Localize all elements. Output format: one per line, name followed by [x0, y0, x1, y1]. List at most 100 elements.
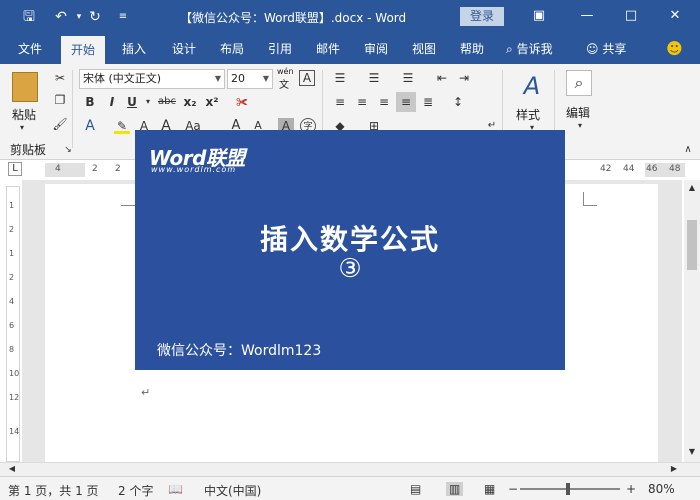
- tab-view[interactable]: 视图: [412, 34, 436, 64]
- zoom-out-icon[interactable]: −: [508, 482, 518, 496]
- line-spacing-icon[interactable]: ↕: [450, 94, 466, 110]
- copy-icon[interactable]: ❐: [52, 92, 68, 108]
- zoom-in-icon[interactable]: +: [626, 482, 636, 496]
- proofing-icon[interactable]: 📖: [168, 482, 183, 496]
- tab-mailings[interactable]: 邮件: [316, 34, 340, 64]
- clipboard-group-label: 剪贴板: [10, 143, 47, 157]
- highlight-color-icon[interactable]: ✎: [114, 118, 130, 134]
- font-name-select[interactable]: 宋体 (中文正文) ▼: [79, 69, 225, 89]
- separator: [72, 70, 73, 148]
- tab-design[interactable]: 设计: [172, 34, 196, 64]
- vertical-ruler[interactable]: 1 2 1 2 4 6 8 10 12 14: [6, 186, 20, 462]
- ribbon-tabs: 文件 开始 插入 设计 布局 引用 邮件 审阅 视图 帮助 ⌕ 告诉我 ☺ 共享…: [0, 34, 700, 64]
- find-icon[interactable]: ⌕: [566, 70, 592, 96]
- tab-review[interactable]: 审阅: [364, 34, 388, 64]
- zoom-level[interactable]: 80%: [648, 482, 675, 496]
- document-banner-image[interactable]: Word联盟 www.wordlm.com 插入数学公式 ③ 微信公众号：Wor…: [135, 130, 565, 370]
- scroll-left-icon[interactable]: ◀: [4, 461, 20, 477]
- collapse-ribbon-icon[interactable]: ∧: [680, 142, 696, 158]
- underline-icon[interactable]: U: [124, 94, 140, 110]
- word-count[interactable]: 2 个字: [118, 482, 153, 499]
- customize-quick-access-icon[interactable]: ≡: [114, 8, 132, 26]
- maximize-icon[interactable]: □: [620, 6, 642, 26]
- clipboard-launcher-icon[interactable]: ↘: [60, 142, 76, 158]
- phonetic-guide-char[interactable]: 文: [279, 76, 289, 91]
- subscript-icon[interactable]: x₂: [182, 94, 198, 110]
- editing-dropdown-icon[interactable]: ▾: [572, 118, 588, 134]
- login-button[interactable]: 登录: [460, 7, 504, 26]
- page-count[interactable]: 第 1 页，共 1 页: [8, 482, 99, 499]
- ruler-tick: 4: [9, 297, 15, 306]
- ruler-tick: 46: [646, 164, 658, 174]
- zoom-slider[interactable]: [520, 488, 620, 490]
- superscript-icon[interactable]: x²: [204, 94, 220, 110]
- phonetic-guide-label[interactable]: wén: [277, 67, 294, 76]
- align-center-icon[interactable]: ≡: [354, 94, 370, 110]
- ribbon-display-options-icon[interactable]: ▣: [528, 6, 550, 26]
- read-mode-icon[interactable]: ▤: [410, 482, 421, 496]
- tab-layout[interactable]: 布局: [220, 34, 244, 64]
- banner-number: ③: [338, 254, 362, 284]
- banner-footer: 微信公众号：Wordlm123: [157, 343, 322, 359]
- italic-icon[interactable]: I: [104, 94, 120, 110]
- ruler-tick: 42: [600, 164, 612, 174]
- tab-selector-icon[interactable]: L: [8, 162, 22, 176]
- paste-icon[interactable]: [12, 72, 38, 102]
- ruler-tick: 44: [623, 164, 635, 174]
- paragraph-mark-icon: ↵: [141, 386, 151, 399]
- tab-references[interactable]: 引用: [268, 34, 292, 64]
- ruler-tick: 2: [115, 164, 121, 174]
- decrease-indent-icon[interactable]: ⇤: [434, 70, 450, 86]
- web-layout-icon[interactable]: ▦: [484, 482, 495, 496]
- smiley-feedback-icon[interactable]: ☻: [666, 34, 683, 64]
- align-left-icon[interactable]: ≡: [332, 94, 348, 110]
- styles-icon[interactable]: A: [518, 72, 546, 100]
- scroll-down-icon[interactable]: ▼: [684, 444, 700, 460]
- tab-home[interactable]: 开始: [61, 36, 106, 64]
- minimize-icon[interactable]: —: [576, 6, 598, 26]
- tell-me-search[interactable]: ⌕ 告诉我: [506, 34, 553, 64]
- print-layout-icon[interactable]: ▥: [446, 482, 464, 496]
- bullets-icon[interactable]: ☰: [332, 70, 348, 86]
- increase-indent-icon[interactable]: ⇥: [456, 70, 472, 86]
- ruler-tick: 10: [9, 369, 20, 378]
- justify-icon[interactable]: ≡: [396, 92, 416, 112]
- cut-icon[interactable]: ✂: [52, 70, 68, 86]
- language-indicator[interactable]: 中文(中国): [204, 482, 261, 499]
- ruler-tick: 4: [55, 164, 61, 174]
- character-border-icon[interactable]: A: [299, 70, 315, 86]
- vertical-scrollbar[interactable]: ▲ ▼: [684, 180, 700, 462]
- paste-dropdown-icon[interactable]: ▾: [14, 120, 30, 136]
- margin-corner: [121, 192, 135, 206]
- close-icon[interactable]: ✕: [664, 6, 686, 26]
- zoom-slider-thumb[interactable]: [566, 483, 570, 495]
- tab-help[interactable]: 帮助: [460, 34, 484, 64]
- strikethrough-icon[interactable]: abc: [156, 94, 178, 110]
- multilevel-list-icon[interactable]: ☰: [400, 70, 416, 86]
- clear-formatting-icon[interactable]: ✀: [234, 94, 250, 110]
- tab-insert[interactable]: 插入: [122, 34, 146, 64]
- margin-corner: [583, 192, 597, 206]
- user-icon: ☺: [586, 42, 599, 56]
- horizontal-scrollbar[interactable]: ◀ ▶: [0, 462, 700, 476]
- chevron-down-icon: ▼: [214, 74, 221, 83]
- align-right-icon[interactable]: ≡: [376, 94, 392, 110]
- text-effects-icon[interactable]: A: [82, 118, 98, 134]
- underline-dropdown-icon[interactable]: ▾: [140, 94, 156, 110]
- ruler-tick: 8: [9, 345, 15, 354]
- font-size-select[interactable]: 20 ▼: [227, 69, 273, 89]
- ruler-tick: 2: [9, 225, 15, 234]
- distributed-icon[interactable]: ≣: [420, 94, 436, 110]
- scroll-right-icon[interactable]: ▶: [666, 461, 682, 477]
- undo-icon[interactable]: ↶: [52, 8, 70, 26]
- ruler-tick: 6: [9, 321, 15, 330]
- scroll-thumb[interactable]: [687, 220, 697, 270]
- bold-icon[interactable]: B: [82, 94, 98, 110]
- format-painter-icon[interactable]: 🖌: [52, 116, 68, 132]
- share-button[interactable]: ☺ 共享: [586, 34, 626, 64]
- tab-file[interactable]: 文件: [18, 34, 42, 64]
- scroll-up-icon[interactable]: ▲: [684, 180, 700, 196]
- numbering-icon[interactable]: ☰: [366, 70, 382, 86]
- redo-icon[interactable]: ↻: [86, 8, 104, 26]
- save-icon[interactable]: 🖫: [20, 8, 38, 26]
